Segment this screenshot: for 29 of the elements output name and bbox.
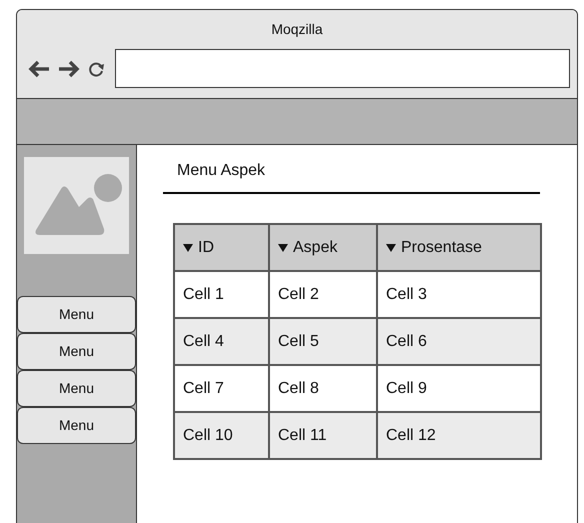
table-cell: Cell 11 — [269, 412, 377, 459]
section-heading: Menu Aspek — [177, 162, 266, 180]
table-cell: Cell 3 — [377, 271, 541, 318]
image-placeholder-icon — [24, 157, 129, 254]
sort-icon — [183, 244, 193, 252]
table-cell: Cell 7 — [174, 365, 269, 412]
table-cell: Cell 1 — [174, 271, 269, 318]
column-header[interactable]: Prosentase — [377, 224, 541, 271]
sort-icon — [386, 244, 396, 252]
menu-button[interactable]: Menu — [17, 333, 136, 370]
window-title: Moqzilla — [271, 21, 323, 37]
address-field[interactable] — [115, 49, 570, 88]
reload-icon[interactable] — [87, 60, 105, 78]
back-icon[interactable] — [27, 58, 51, 78]
menu-button[interactable]: Menu — [17, 296, 136, 333]
table-cell: Cell 10 — [174, 412, 269, 459]
column-header[interactable]: Aspek — [269, 224, 377, 271]
table-cell: Cell 5 — [269, 318, 377, 365]
sort-icon — [278, 244, 288, 252]
column-header[interactable]: ID — [174, 224, 269, 271]
table-cell: Cell 12 — [377, 412, 541, 459]
table-cell: Cell 2 — [269, 271, 377, 318]
table-cell: Cell 8 — [269, 365, 377, 412]
menu-button[interactable]: Menu — [17, 407, 136, 444]
table-cell: Cell 4 — [174, 318, 269, 365]
menu-button[interactable]: Menu — [17, 370, 136, 407]
table-cell: Cell 6 — [377, 318, 541, 365]
table-cell: Cell 9 — [377, 365, 541, 412]
forward-icon[interactable] — [57, 58, 81, 78]
